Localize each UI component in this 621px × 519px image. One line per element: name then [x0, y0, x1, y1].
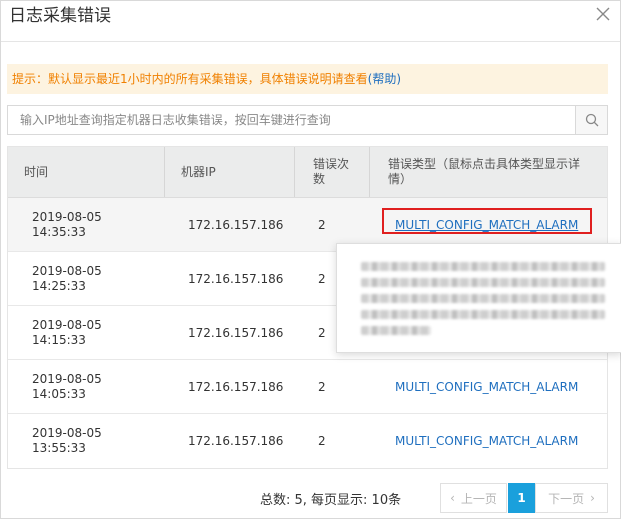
error-type-link[interactable]: MULTI_CONFIG_MATCH_ALARM: [395, 218, 578, 232]
blurred-text: [361, 278, 605, 287]
table-row: 2019-08-05 14:05:33 172.16.157.186 2 MULT…: [8, 360, 607, 414]
header-time: 时间: [8, 147, 165, 197]
row-ip: 172.16.157.186: [188, 380, 284, 394]
table-header: 时间 机器IP 错误次数 错误类型（鼠标点击具体类型显示详 情）: [8, 147, 607, 198]
row-ip: 172.16.157.186: [188, 326, 284, 340]
table-row: 2019-08-05 13:55:33 172.16.157.186 2 MULT…: [8, 414, 607, 468]
blurred-text: [361, 310, 605, 319]
row-ip: 172.16.157.186: [188, 272, 284, 286]
search-button[interactable]: [575, 106, 607, 134]
blurred-text: [361, 294, 605, 303]
row-count: 2: [318, 380, 326, 394]
header-ip: 机器IP: [165, 147, 295, 197]
pagination-summary: 总数: 5, 每页显示: 10条: [260, 493, 402, 508]
header-count-label: 错误次数: [313, 157, 350, 186]
next-page-label: 下一页: [548, 491, 585, 506]
prev-page-button[interactable]: ‹ 上一页: [440, 483, 507, 513]
pagination-bar: 总数: 5, 每页显示: 10条 ‹ 上一页 1 下一页 ›: [1, 479, 620, 515]
dialog-title: 日志采集错误: [9, 6, 111, 26]
next-page-button[interactable]: 下一页 ›: [535, 483, 608, 513]
prev-page-label: 上一页: [460, 491, 497, 506]
header-time-label: 时间: [24, 164, 49, 179]
error-detail-popover: [336, 243, 621, 353]
search-input[interactable]: [8, 106, 574, 134]
error-dialog: 日志采集错误 提示：默认显示最近1小时内的所有采集错误，具体错误说明请查看(帮助…: [0, 0, 621, 519]
row-type: MULTI_CONFIG_MATCH_ALARM: [395, 414, 595, 468]
row-time: 2019-08-05 14:15:33: [32, 318, 102, 347]
error-type-link[interactable]: MULTI_CONFIG_MATCH_ALARM: [395, 434, 578, 448]
row-ip: 172.16.157.186: [188, 218, 284, 232]
error-type-link[interactable]: MULTI_CONFIG_MATCH_ALARM: [395, 380, 578, 394]
row-time: 2019-08-05 14:25:33: [32, 264, 102, 293]
header-type-label: 错误类型（鼠标点击具体类型显示详 情）: [388, 157, 581, 186]
blurred-text: [361, 326, 431, 335]
search-box: [7, 105, 608, 135]
help-link[interactable]: (帮助): [368, 72, 401, 86]
row-ip: 172.16.157.186: [188, 434, 284, 448]
close-icon: [596, 7, 610, 21]
header-count: 错误次数: [295, 147, 370, 197]
search-icon: [585, 113, 598, 127]
dialog-header: 日志采集错误: [1, 1, 620, 42]
row-time: 2019-08-05 14:35:33: [32, 210, 102, 239]
page-number-current[interactable]: 1: [508, 483, 535, 513]
chevron-left-icon: ‹: [450, 491, 455, 505]
close-button[interactable]: [592, 3, 614, 25]
chevron-right-icon: ›: [590, 491, 595, 505]
notice-text: 提示：默认显示最近1小时内的所有采集错误，具体错误说明请查看: [12, 72, 368, 86]
row-count: 2: [318, 434, 326, 448]
row-type: MULTI_CONFIG_MATCH_ALARM: [395, 360, 595, 414]
header-type: 错误类型（鼠标点击具体类型显示详 情）: [370, 147, 607, 197]
row-time: 2019-08-05 13:55:33: [32, 426, 102, 455]
row-time: 2019-08-05 14:05:33: [32, 372, 102, 401]
header-ip-label: 机器IP: [181, 164, 216, 179]
notice-bar: 提示：默认显示最近1小时内的所有采集错误，具体错误说明请查看(帮助): [7, 64, 608, 94]
blurred-text: [361, 262, 605, 271]
